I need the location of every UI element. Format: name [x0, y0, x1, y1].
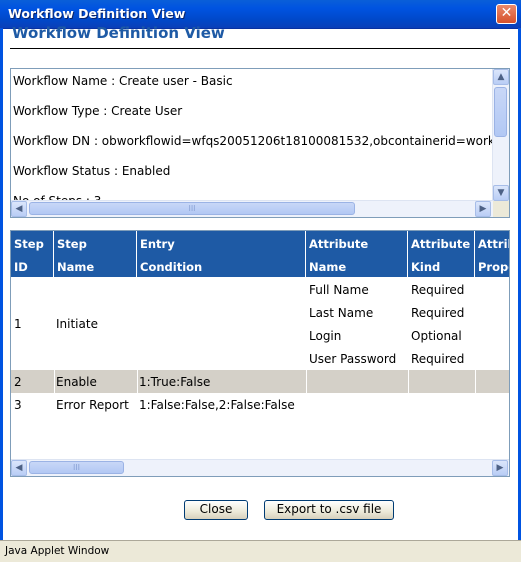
workflow-type-text: Workflow Type : Create User: [13, 104, 183, 118]
col-header-entry-condition[interactable]: Entry Condition: [137, 231, 306, 277]
step-id-cell: 1: [14, 317, 22, 331]
entry-condition-cell: 1:False:False,2:False:False: [139, 398, 295, 412]
scroll-left-icon[interactable]: ◀: [11, 460, 27, 476]
step-id-cell: 3: [14, 398, 22, 412]
attribute-name-cell: User Password: [309, 352, 397, 366]
table-header: Step ID Step Name Entry Condition Attrib…: [11, 231, 509, 277]
attribute-name-cell: Login: [309, 329, 342, 343]
table-horizontal-scrollbar[interactable]: ◀ III ▶: [11, 459, 509, 476]
scroll-grip-icon: III: [72, 463, 81, 472]
workflow-status-text: Workflow Status : Enabled: [13, 164, 171, 178]
table-hscroll-thumb[interactable]: III: [29, 461, 124, 474]
col-header-line2: Name: [57, 260, 95, 274]
entry-condition-cell: 1:True:False: [139, 375, 211, 389]
row-divider: [408, 370, 409, 393]
col-header-line1: Attrib: [478, 237, 509, 251]
step-name-cell: Error Report: [56, 398, 129, 412]
status-text: Java Applet Window: [5, 545, 110, 557]
col-header-attribute-name[interactable]: Attribute Name: [306, 231, 408, 277]
col-header-line2: Condition: [140, 260, 203, 274]
workflow-info-panel: Workflow Name : Create user - Basic Work…: [10, 68, 510, 218]
export-csv-button[interactable]: Export to .csv file: [264, 500, 394, 520]
col-header-line1: Entry: [140, 237, 175, 251]
scroll-right-icon[interactable]: ▶: [475, 201, 491, 217]
workflow-name-text: Workflow Name : Create user - Basic: [13, 74, 233, 88]
info-horizontal-scrollbar[interactable]: ◀ III ▶: [11, 200, 493, 217]
heading-divider: [10, 48, 510, 49]
col-header-line2: Prope: [478, 260, 509, 274]
window-close-icon[interactable]: ✕: [496, 4, 517, 24]
attribute-kind-cell: Required: [411, 352, 465, 366]
attribute-kind-cell: Optional: [411, 329, 462, 343]
info-vertical-scrollbar[interactable]: ▲ ▼: [492, 69, 509, 201]
scroll-right-icon[interactable]: ▶: [492, 460, 508, 476]
col-header-line2: Kind: [411, 260, 441, 274]
col-header-line1: Step: [57, 237, 87, 251]
steps-table: Step ID Step Name Entry Condition Attrib…: [10, 230, 510, 477]
window-frame-left: [0, 28, 3, 561]
info-hscroll-thumb[interactable]: III: [29, 202, 355, 215]
row-divider: [475, 370, 476, 393]
scroll-down-icon[interactable]: ▼: [493, 185, 509, 201]
col-header-line1: Attribute: [309, 237, 369, 251]
info-vscroll-thumb[interactable]: [494, 87, 507, 137]
scroll-up-icon[interactable]: ▲: [493, 69, 509, 85]
scroll-corner: [493, 201, 509, 217]
step-id-cell: 2: [14, 375, 22, 389]
scroll-left-icon[interactable]: ◀: [11, 201, 27, 217]
status-bar: Java Applet Window: [0, 540, 521, 562]
col-header-line1: Attribute: [411, 237, 471, 251]
row-divider: [137, 370, 138, 393]
col-header-attribute-property[interactable]: Attrib Prope: [475, 231, 509, 277]
attribute-kind-cell: Required: [411, 283, 465, 297]
page-title: Workflow Definition View: [12, 24, 225, 42]
col-header-line2: Name: [309, 260, 347, 274]
row-divider: [306, 370, 307, 393]
attribute-kind-cell: Required: [411, 306, 465, 320]
applet-window: Workflow Definition View ✕ Workflow Defi…: [0, 0, 521, 562]
step-name-cell: Initiate: [56, 317, 98, 331]
col-header-line2: ID: [14, 260, 28, 274]
table-row-2[interactable]: 2 Enable 1:True:False: [11, 370, 509, 393]
attribute-name-cell: Full Name: [309, 283, 369, 297]
col-header-step-id[interactable]: Step ID: [11, 231, 54, 277]
workflow-dn-text: Workflow DN : obworkflowid=wfqs20051206t…: [13, 134, 510, 148]
col-header-step-name[interactable]: Step Name: [54, 231, 137, 277]
attribute-name-cell: Last Name: [309, 306, 374, 320]
window-title: Workflow Definition View: [8, 6, 186, 21]
row-divider: [54, 370, 55, 393]
close-button[interactable]: Close: [184, 500, 248, 520]
col-header-line1: Step: [14, 237, 44, 251]
scroll-grip-icon: III: [188, 204, 196, 213]
col-header-attribute-kind[interactable]: Attribute Kind: [408, 231, 475, 277]
step-name-cell: Enable: [56, 375, 97, 389]
